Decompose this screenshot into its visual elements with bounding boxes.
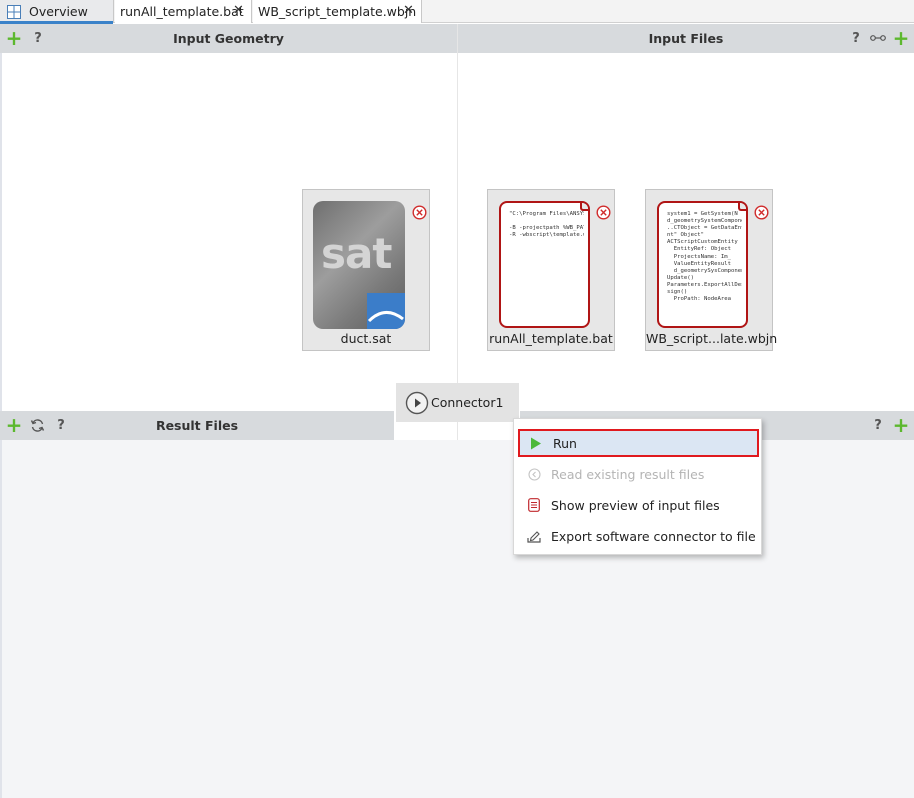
sat-logo <box>367 293 405 329</box>
tab-overview[interactable]: Overview <box>0 0 114 24</box>
tab-wb-script-template[interactable]: WB_script_template.wbjn ✕ <box>253 0 422 23</box>
input-geometry-header: + ? Input Geometry <box>0 24 457 53</box>
file-name: runAll_template.bat <box>489 331 613 346</box>
document-preview-text: system1 = GetSystem(N d_geometrySystemCo… <box>667 211 742 303</box>
remove-icon[interactable] <box>412 205 427 220</box>
file-card-runall-bat[interactable]: "C:\Program Files\ANSYS -B -projectpath … <box>487 189 615 351</box>
menu-item-run[interactable]: Run <box>518 429 759 457</box>
file-name: WB_script...late.wbjn <box>646 331 778 346</box>
tab-label: WB_script_template.wbjn <box>258 4 417 19</box>
tab-label: Overview <box>29 4 88 19</box>
input-geometry-title: Input Geometry <box>173 31 284 46</box>
link-icon[interactable] <box>869 29 887 47</box>
file-card-duct-sat[interactable]: sat duct.sat <box>302 189 430 351</box>
menu-item-read-results[interactable]: Read existing result files <box>518 460 759 488</box>
tab-bar: Overview runAll_template.bat ✕ WB_script… <box>0 0 914 24</box>
close-icon[interactable]: ✕ <box>232 4 245 17</box>
add-icon[interactable]: + <box>6 413 23 437</box>
connector-node[interactable]: Connector1 <box>396 383 519 422</box>
result-files-header: + ? Result Files <box>0 411 394 440</box>
refresh-icon[interactable] <box>29 416 45 434</box>
help-icon[interactable]: ? <box>848 29 864 47</box>
result-area <box>2 440 914 798</box>
app-window: Overview runAll_template.bat ✕ WB_script… <box>0 0 914 798</box>
connector-label: Connector1 <box>431 395 504 410</box>
tab-label: runAll_template.bat <box>120 4 244 19</box>
file-name: duct.sat <box>340 331 392 346</box>
help-icon[interactable]: ? <box>870 416 886 434</box>
remove-icon[interactable] <box>596 205 611 220</box>
add-icon[interactable]: + <box>893 413 910 437</box>
document-preview: "C:\Program Files\ANSYS -B -projectpath … <box>499 201 590 328</box>
play-icon <box>529 436 543 450</box>
help-icon[interactable]: ? <box>53 416 69 434</box>
menu-item-label: Export software connector to file <box>551 528 756 544</box>
tab-runall-template[interactable]: runAll_template.bat ✕ <box>115 0 252 23</box>
remove-icon[interactable] <box>754 205 769 220</box>
grid-icon <box>7 4 21 19</box>
play-icon <box>405 391 429 414</box>
context-menu: Run Read existing result files Show prev… <box>513 418 762 555</box>
menu-item-label: Run <box>553 435 577 451</box>
document-preview-text: "C:\Program Files\ANSYS -B -projectpath … <box>509 211 584 239</box>
input-files-header: Input Files ? + <box>458 24 914 53</box>
add-icon[interactable]: + <box>893 26 910 50</box>
sat-file-icon: sat <box>313 201 405 329</box>
file-card-wb-script[interactable]: system1 = GetSystem(N d_geometrySystemCo… <box>645 189 778 351</box>
document-preview: system1 = GetSystem(N d_geometrySystemCo… <box>657 201 748 328</box>
close-icon[interactable]: ✕ <box>402 4 415 17</box>
help-icon[interactable]: ? <box>30 29 46 47</box>
document-icon <box>527 498 541 512</box>
menu-item-label: Read existing result files <box>551 466 705 482</box>
menu-item-label: Show preview of input files <box>551 497 720 513</box>
result-files-title: Result Files <box>155 418 239 433</box>
read-icon <box>527 467 541 481</box>
menu-item-show-preview[interactable]: Show preview of input files <box>518 491 759 519</box>
add-icon[interactable]: + <box>6 26 23 50</box>
input-files-title: Input Files <box>648 31 724 46</box>
export-icon <box>527 529 541 543</box>
menu-item-export-connector[interactable]: Export software connector to file <box>518 522 759 550</box>
sat-thumb-label: sat <box>321 229 392 278</box>
